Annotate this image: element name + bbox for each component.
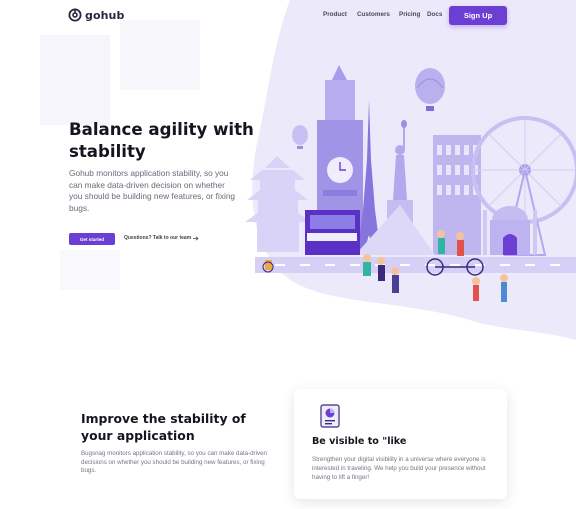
section-description: Bugsnag monitors application stability, …	[81, 450, 267, 475]
hot-air-balloon-icon	[415, 68, 445, 111]
card-title: Be visible to "like	[312, 436, 407, 447]
section-title: Improve the stability of your applicatio…	[81, 411, 246, 443]
feature-card: Be visible to "like Strengthen your digi…	[294, 389, 507, 499]
nav-pricing-link[interactable]: Pricing	[399, 11, 420, 18]
hero-title: Balance agility with stability	[69, 120, 254, 161]
nav-product-link[interactable]: Product	[323, 11, 347, 18]
taj-mahal-icon	[483, 206, 537, 255]
get-started-button[interactable]: Get started	[69, 233, 115, 245]
document-chart-icon	[320, 404, 340, 428]
logo-icon	[68, 8, 82, 22]
card-description: Strengthen your digital visibility in a …	[312, 456, 486, 481]
talk-to-team-link[interactable]: Questions? Talk to our team	[124, 235, 199, 241]
signup-button[interactable]: Sign Up	[449, 6, 507, 25]
brand-name: gohub	[85, 8, 125, 22]
nav-customers-link[interactable]: Customers	[357, 11, 390, 18]
talk-to-team-label: Questions? Talk to our team	[124, 235, 192, 241]
hero-description: Gohub monitors application stability, so…	[69, 168, 236, 213]
nav-docs-link[interactable]: Docs	[427, 11, 442, 18]
brand-logo[interactable]: gohub	[68, 8, 124, 22]
pagoda-icon	[245, 156, 311, 252]
top-navbar: gohub Product Customers Pricing Docs Sig…	[0, 0, 576, 32]
small-balloon-icon	[292, 125, 308, 149]
travel-landmarks-illustration	[245, 65, 576, 302]
arrow-right-icon	[193, 235, 199, 241]
food-truck-icon	[305, 210, 360, 255]
